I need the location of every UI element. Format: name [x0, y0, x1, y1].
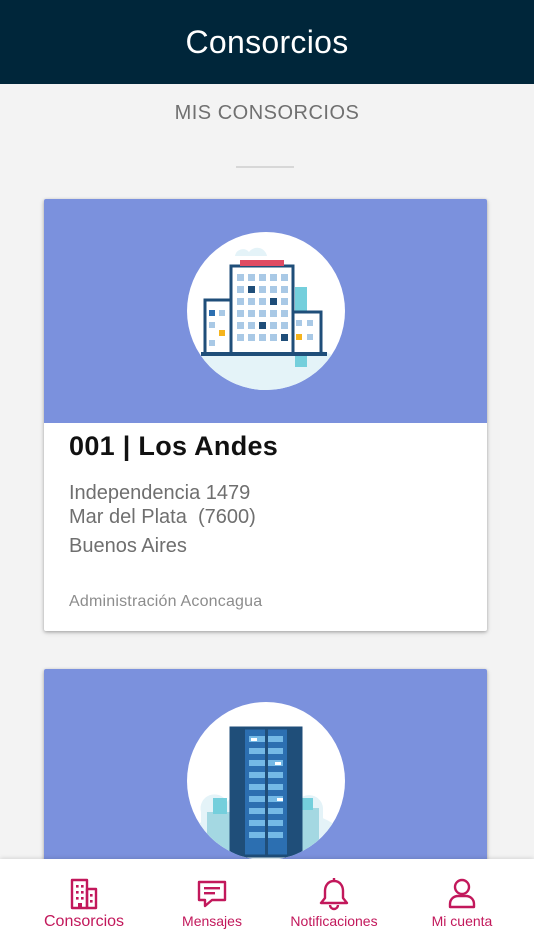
- address-province: Buenos Aires: [69, 535, 187, 557]
- card-body: 001 | Los Andes Independencia 1479 Mar d…: [69, 431, 467, 558]
- section-title: MIS CONSORCIOS: [174, 102, 360, 124]
- building-illustration-icon: [187, 232, 345, 390]
- nav-label: Mi cuenta: [431, 913, 493, 929]
- user-icon: [448, 878, 476, 909]
- consorcio-administration: Administración Aconcagua: [69, 593, 263, 610]
- nav-item-notificaciones[interactable]: Notificaciones: [280, 877, 388, 935]
- nav-label: Notificaciones: [290, 913, 378, 929]
- consorcio-address: Independencia 1479 Mar del Plata (7600) …: [69, 481, 467, 558]
- address-city: Mar del Plata (7600): [69, 506, 256, 528]
- address-street: Independencia 1479: [69, 482, 251, 504]
- nav-item-mi-cuenta[interactable]: Mi cuenta: [420, 877, 504, 935]
- message-icon: [197, 880, 227, 908]
- tower-illustration-icon: [187, 702, 345, 860]
- consorcio-name: 001 | Los Andes: [69, 431, 279, 461]
- bell-icon: [319, 878, 349, 911]
- nav-item-consorcios[interactable]: Consorcios: [30, 877, 138, 935]
- bottom-navigation: Consorcios Mensajes Notificaciones Mi cu…: [0, 859, 534, 950]
- page-title: Consorcios: [185, 23, 349, 60]
- app-header: Consorcios: [0, 0, 534, 84]
- building-icon: [70, 878, 98, 910]
- consorcio-card[interactable]: 001 | Los Andes Independencia 1479 Mar d…: [44, 199, 487, 631]
- nav-item-mensajes[interactable]: Mensajes: [170, 877, 254, 935]
- card-banner: [44, 199, 487, 423]
- nav-label: Consorcios: [43, 913, 125, 930]
- section-divider: [236, 166, 294, 168]
- nav-label: Mensajes: [182, 913, 242, 929]
